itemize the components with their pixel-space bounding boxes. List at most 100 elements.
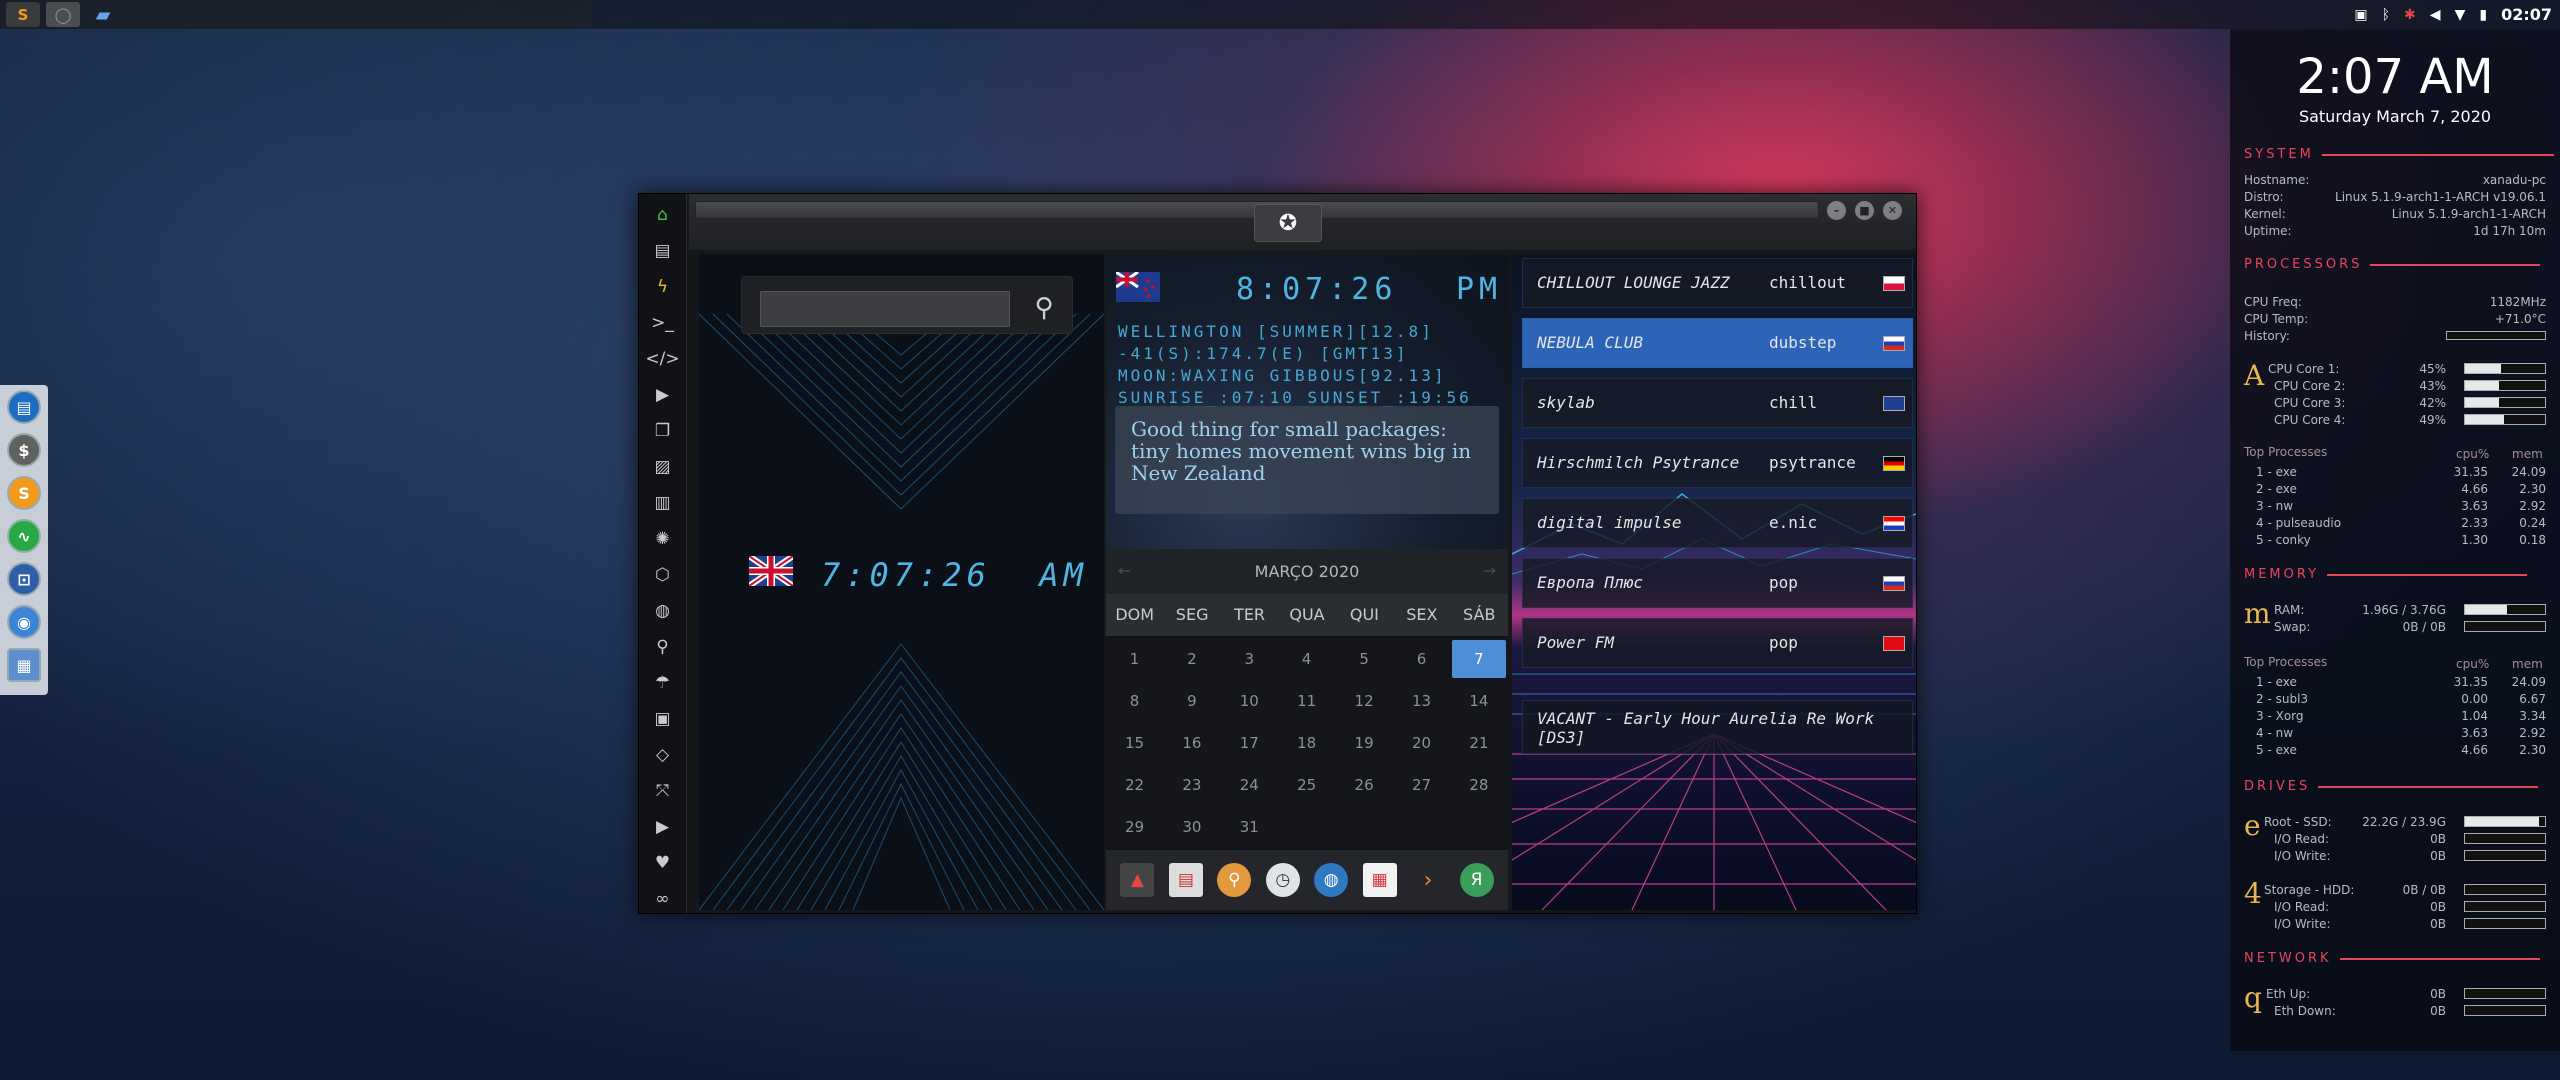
globe-icon[interactable]: ◍ bbox=[1314, 863, 1349, 897]
mem-top-processes-label: Top Processes bbox=[2244, 655, 2328, 669]
volume-icon[interactable]: ◀ bbox=[2430, 7, 2441, 23]
calendar-day[interactable]: 25 bbox=[1278, 764, 1335, 806]
dollar-icon[interactable]: $ bbox=[7, 433, 41, 467]
calendar-day[interactable]: 14 bbox=[1450, 680, 1507, 722]
home-icon[interactable]: ⌂ bbox=[651, 202, 675, 227]
calendar-day[interactable]: 26 bbox=[1336, 764, 1393, 806]
search-input[interactable] bbox=[760, 291, 1010, 327]
minimize-button[interactable]: – bbox=[1827, 201, 1846, 220]
folder-icon[interactable]: ▰ bbox=[86, 2, 120, 27]
tag-icon[interactable]: ◇ bbox=[651, 742, 675, 767]
prev-month-icon[interactable]: ← bbox=[1118, 561, 1131, 580]
search-icon[interactable]: ⚲ bbox=[651, 634, 675, 659]
bluetooth-icon[interactable]: ᛒ bbox=[2382, 7, 2390, 23]
copy-icon[interactable]: ❐ bbox=[651, 418, 675, 443]
newspaper-icon[interactable]: ▤ bbox=[1168, 863, 1203, 897]
calendar-day[interactable]: 30 bbox=[1163, 806, 1220, 848]
battery-icon[interactable]: ▮ bbox=[2479, 7, 2487, 23]
expand-icon[interactable]: ⤧ bbox=[651, 778, 675, 803]
arrow-up-icon[interactable]: ▲ bbox=[1120, 863, 1155, 897]
calendar-day[interactable]: 27 bbox=[1393, 764, 1450, 806]
maximize-button[interactable]: ■ bbox=[1855, 201, 1874, 220]
calendar-day[interactable]: 16 bbox=[1163, 722, 1220, 764]
calendar-day[interactable]: 4 bbox=[1278, 638, 1335, 680]
play-icon[interactable]: ▶ bbox=[651, 382, 675, 407]
files-icon[interactable]: ▤ bbox=[7, 390, 41, 424]
radio-station-item[interactable]: Hirschmilch Psytrance psytrance bbox=[1522, 438, 1913, 488]
image-icon[interactable]: ▨ bbox=[651, 454, 675, 479]
calendar-day[interactable]: 5 bbox=[1336, 638, 1393, 680]
clock-icon[interactable]: ◷ bbox=[1265, 863, 1300, 897]
update-icon[interactable]: ✱ bbox=[2404, 7, 2416, 23]
radio-station-item[interactable]: Power FM pop bbox=[1522, 618, 1913, 668]
youtube-icon[interactable]: ▶ bbox=[651, 814, 675, 839]
radio-station-item[interactable]: Европа Плюс pop bbox=[1522, 558, 1913, 608]
calendar-day[interactable]: 20 bbox=[1393, 722, 1450, 764]
calendar-day[interactable]: 11 bbox=[1278, 680, 1335, 722]
app-icon[interactable]: ◯ bbox=[46, 2, 80, 27]
calendar-day[interactable]: 18 bbox=[1278, 722, 1335, 764]
calendar-day[interactable]: 6 bbox=[1393, 638, 1450, 680]
radio-station-item[interactable]: CHILLOUT LOUNGE JAZZ chillout bbox=[1522, 258, 1913, 308]
calendar-day[interactable]: 8 bbox=[1106, 680, 1163, 722]
calendar-day[interactable]: 10 bbox=[1221, 680, 1278, 722]
panel-clock[interactable]: 02:07 bbox=[2501, 5, 2552, 24]
umbrella-icon[interactable]: ☂ bbox=[651, 670, 675, 695]
heart-icon[interactable]: ♥ bbox=[651, 850, 675, 875]
contacts-icon[interactable]: ▣ bbox=[651, 706, 675, 731]
calendar-today[interactable]: 7 bbox=[1451, 640, 1506, 678]
next-month-icon[interactable]: → bbox=[1483, 561, 1496, 580]
wifi-icon[interactable]: ▼ bbox=[2455, 7, 2466, 23]
forward-icon[interactable]: › bbox=[1411, 863, 1445, 897]
network-icon[interactable]: ▦ bbox=[7, 648, 41, 682]
calendar-day[interactable]: 17 bbox=[1221, 722, 1278, 764]
calendar-icon[interactable]: ▦ bbox=[1362, 863, 1397, 897]
conky-system-monitor: 2:07 AM Saturday March 7, 2020 SYSTEM Ho… bbox=[2230, 29, 2560, 1051]
hexagon-icon[interactable]: ⬡ bbox=[651, 562, 675, 587]
calendar-day[interactable]: 23 bbox=[1163, 764, 1220, 806]
news-headline[interactable]: Good thing for small packages: tiny home… bbox=[1115, 406, 1499, 514]
link-icon[interactable]: ∞ bbox=[651, 886, 675, 911]
calendar-day[interactable]: 13 bbox=[1393, 680, 1450, 722]
close-button[interactable]: ✕ bbox=[1883, 201, 1902, 220]
radio-station-item[interactable]: NEBULA CLUB dubstep bbox=[1522, 318, 1913, 368]
radio-station-item[interactable]: skylab chill bbox=[1522, 378, 1913, 428]
rebel-logo-icon[interactable]: ✪ bbox=[1254, 204, 1322, 242]
calendar-day[interactable]: 15 bbox=[1106, 722, 1163, 764]
calendar-day[interactable]: 3 bbox=[1221, 638, 1278, 680]
yandex-icon[interactable]: Я bbox=[1459, 863, 1494, 897]
news-icon[interactable]: ▥ bbox=[651, 490, 675, 515]
search-icon[interactable]: ⚲ bbox=[1024, 289, 1064, 327]
window-icon[interactable]: ⊡ bbox=[7, 562, 41, 596]
screenshot-icon[interactable]: ▣ bbox=[2354, 7, 2367, 23]
calendar-day[interactable]: 1 bbox=[1106, 638, 1163, 680]
calendar-day[interactable]: 28 bbox=[1450, 764, 1507, 806]
calendar-day[interactable]: 29 bbox=[1106, 806, 1163, 848]
cpu-temp-value: +71.0°C bbox=[2494, 312, 2546, 326]
calendar-day[interactable]: 2 bbox=[1163, 638, 1220, 680]
hostname-label: Hostname: bbox=[2244, 173, 2310, 187]
calendar-day[interactable]: 22 bbox=[1106, 764, 1163, 806]
sublime-text-icon[interactable]: S bbox=[6, 2, 40, 27]
process-cpu: 4.66 bbox=[2461, 482, 2488, 496]
code-icon[interactable]: </> bbox=[645, 346, 679, 371]
calendar-day[interactable]: 9 bbox=[1163, 680, 1220, 722]
root-io-read-bar bbox=[2464, 833, 2546, 844]
calendar-day[interactable]: 31 bbox=[1221, 806, 1278, 848]
sublime-icon[interactable]: S bbox=[7, 476, 41, 510]
document-icon[interactable]: ▤ bbox=[651, 238, 675, 263]
terminal-icon[interactable]: >_ bbox=[651, 310, 675, 335]
settings-icon[interactable]: ✺ bbox=[651, 526, 675, 551]
monitor-icon[interactable]: ∿ bbox=[7, 519, 41, 553]
calendar-day[interactable]: 24 bbox=[1221, 764, 1278, 806]
bolt-icon[interactable]: ϟ bbox=[651, 274, 675, 299]
magnifier-icon[interactable]: ⚲ bbox=[1217, 863, 1252, 897]
cpu-temp-label: CPU Temp: bbox=[2244, 312, 2309, 326]
radio-station-item[interactable]: digital impulse e.nic bbox=[1522, 498, 1913, 548]
globe-icon[interactable]: ◍ bbox=[651, 598, 675, 623]
calendar-day[interactable]: 21 bbox=[1450, 722, 1507, 764]
calendar-day[interactable]: 12 bbox=[1336, 680, 1393, 722]
calendar-day[interactable]: 19 bbox=[1336, 722, 1393, 764]
chrome-icon[interactable]: ◉ bbox=[7, 605, 41, 639]
process-cpu: 1.04 bbox=[2461, 709, 2488, 723]
